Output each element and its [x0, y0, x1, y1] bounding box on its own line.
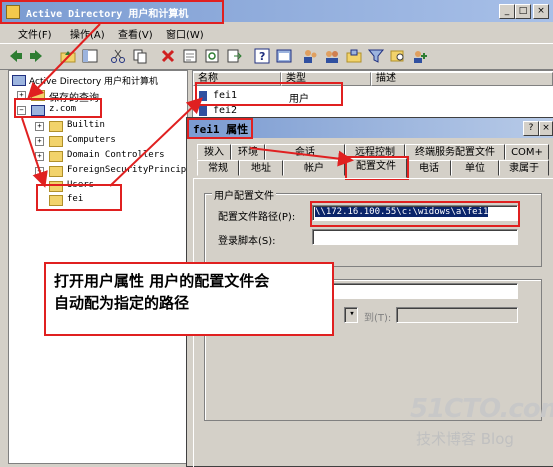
arrow-ou-to-user	[109, 97, 203, 187]
arrow-domain-to-ou	[21, 117, 48, 188]
watermark-brand: 51CTO.com	[410, 394, 553, 424]
main-window: Active Directory 用户和计算机 _ □ × 文件(F) 操作(A…	[0, 0, 553, 467]
arrow-title-to-domain	[27, 23, 101, 99]
watermark-sub: 技术博客 Blog	[416, 430, 514, 448]
arrow-title-to-tab	[249, 147, 354, 167]
